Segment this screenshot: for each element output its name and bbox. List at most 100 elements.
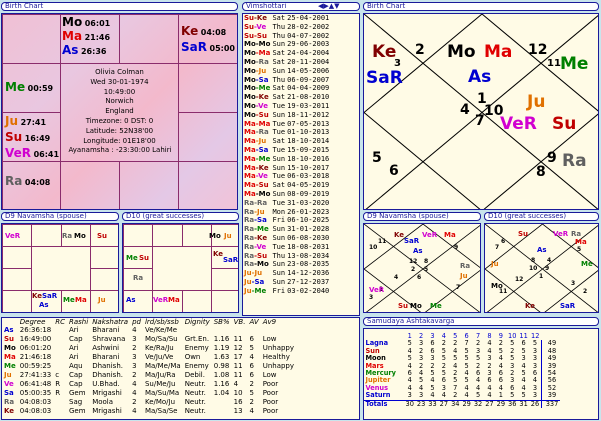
dasha-row[interactable]: Mo-Ju Sun 14-05-2006 [243,67,330,76]
ni-chart-lines [364,14,598,209]
planet-row[interactable]: Me 00:59:25 Aqu Dhanish. 3 Ma/Me/Ma Enemy 0.98 1… [2,362,296,371]
d9l-ma: Ma [75,296,87,304]
d9r-h11: 11 [378,238,387,245]
ashtakavarga-title[interactable]: Samudaya Ashtakavarga [363,317,599,326]
planet-cell: 27:41:33 [19,371,52,379]
d9l-ju: Ju [98,296,106,304]
d9l-su: Su [97,232,108,240]
d10r-ma: Ma [575,238,587,246]
dasha-row[interactable]: Ra-Su Thu 13-08-2034 [243,252,330,261]
dasha-row[interactable]: Mo-Su Sun 18-11-2012 [243,111,330,120]
column-header: Av9 [262,318,277,326]
dasha-row[interactable]: Ra-Ju Mon 26-01-2023 [243,208,330,217]
dasha-date: 23-08-2035 [287,260,330,269]
planet-cell: 4 [233,380,239,388]
dasha-row[interactable]: Ma-Mo Sun 08-09-2019 [243,190,330,199]
planet-name: Ke [4,407,15,415]
dasha-row[interactable]: Ma-Su Sat 04-05-2019 [243,181,330,190]
dasha-row[interactable]: Ra-Ke Sun 06-08-2030 [243,234,330,243]
column-header: RC [55,318,65,326]
planet-cell: Low [262,335,277,343]
d9-right-title[interactable]: D9 Navamsha (spouse) [363,212,481,221]
d10-right-title[interactable]: D10 (great successes) [484,212,599,221]
ashta-value: 39 [540,392,560,401]
d10-left-chart: Mo Ju Me Su Ke SaR Ra As VeR Ma [122,223,239,313]
planet-cell [53,326,67,335]
dasha-row[interactable]: Ra-Ra Tue 31-03-2020 [243,199,330,208]
dasha-period: Ma-Ve [244,172,268,181]
vimshottari-title[interactable]: Vimshottari [242,2,360,11]
planet-row[interactable]: Sa 05:00:35 R Gem Mrigashi 4 Ma/Su/Ma Neutr. 1.0… [2,389,296,398]
d9r-ma: Ma [444,231,456,239]
dasha-row[interactable]: Ra-Sa Fri 06-10-2025 [243,216,330,225]
dasha-row[interactable]: Mo-Ke Sat 21-08-2010 [243,93,330,102]
dasha-row[interactable]: Su-Ke Sat 25-04-2001 [243,14,330,23]
dasha-date: 04-05-2019 [287,181,330,190]
birth-chart-north: Ke 3 2 SaR Mo Ma As 12 11 Me 1 4 7 10 Ju… [363,13,599,210]
dasha-period: Ra-Ve [244,242,267,251]
planet-row[interactable]: Ke 04:08:03 Gem Mrigashi 4 Ma/Sa/Se Neutr. 13 4 P… [2,407,296,416]
planet-cell: Shravana [92,335,126,343]
ni-h5: 5 [372,150,382,166]
ashta-value: 4 [430,391,435,400]
planet-ver: VeR [5,146,32,160]
planet-cell [183,326,212,335]
dasha-row[interactable]: Mo-Ra Sat 20-11-2004 [243,58,330,67]
ni-h8: 8 [536,164,546,180]
dasha-row[interactable]: Su-Su Thu 04-07-2002 [243,32,330,41]
dasha-row[interactable]: Ra-Ve Tue 18-08-2031 [243,243,330,252]
dasha-row[interactable]: Ma-Ju Sat 18-10-2014 [243,137,330,146]
planet-cell: 4 [132,326,137,334]
dasha-period: Ma-Ju [244,137,267,146]
planet-row[interactable]: As 26:36:18 Ari Bharani 4 Ve/Ke/Me [2,326,296,335]
ashta-value: 23 [416,399,426,408]
dasha-date: 18-11-2012 [287,110,330,119]
dasha-period: Ju-Sa [244,277,265,286]
ashta-value: 4 [487,391,492,400]
dasha-date: 14-12-2036 [287,269,330,278]
dasha-row[interactable]: Ju-Sa Sun 27-12-2037 [243,278,330,287]
dasha-day: Sun [272,269,286,278]
dasha-row[interactable]: Su-Ve Thu 28-02-2002 [243,23,330,32]
dasha-day: Tue [272,119,286,128]
planet-row[interactable]: Mo 06:01:20 Ari Ashwini 2 Ke/Ra/Ju Enemy 1.19 12… [2,344,296,353]
planet-row[interactable]: Ra 04:08:03 Sag Moola 2 Ke/Mo/Ju Neutr. 16 2 Poor [2,398,296,407]
dasha-row[interactable]: Mo-Ma Sat 24-04-2004 [243,49,330,58]
planet-table: Degree RC Rashi Nakshatra pd lrd/sb/ssb Dignit… [2,318,296,416]
planet-row[interactable]: Ma 21:46:18 Ari Bharani 3 Ve/Ju/Ve Own 1.63 17 4 H… [2,353,296,362]
planet-row[interactable]: Ve 06:41:48 R Cap U.Bhad. 4 Su/Me/Ju Neutr. 1.16… [2,380,296,389]
birth-chart-ni-title[interactable]: Birth Chart [363,2,599,11]
down-arrow-icon[interactable]: ▼ [334,2,339,10]
d9-left-title[interactable]: D9 Navamsha (spouse) [1,212,119,221]
planet-name: Ve [4,380,14,388]
dasha-row[interactable]: Ma-Sa Tue 15-09-2015 [243,146,330,155]
planet-cell [212,326,232,335]
birth-chart-title[interactable]: Birth Chart [1,2,238,11]
dasha-row[interactable]: Ma-Ma Tue 07-05-2013 [243,120,330,129]
dasha-row[interactable]: Ju-Ju Sun 14-12-2036 [243,269,330,278]
dasha-period: Ma-Su [244,181,269,190]
planet-cell: 10 [233,389,243,397]
dasha-row[interactable]: Ma-Ke Sun 15-10-2017 [243,164,330,173]
d10r-h8: 8 [531,257,536,264]
ni-su: Su [552,114,577,134]
dasha-row[interactable]: Mo-Sa Thu 06-09-2007 [243,76,330,85]
dasha-row[interactable]: Ju-Me Fri 03-02-2040 [243,287,330,296]
d10-left-title[interactable]: D10 (great successes) [122,212,239,221]
birth-info: Olivia Colman Wed 30-01-1974 10:49:00 No… [60,68,179,156]
dasha-row[interactable]: Mo-Me Sat 04-04-2009 [243,84,330,93]
dasha-row[interactable]: Ma-Ra Tue 01-10-2013 [243,128,330,137]
planet-row[interactable]: Ju 27:41:33 c Cap Dhanish. 2 Ma/Ju/Ra Debil. 1.0… [2,371,296,380]
deg-ma: 21:46 [84,33,111,42]
dasha-row[interactable]: Mo-Mo Sun 29-06-2003 [243,40,330,49]
dasha-row[interactable]: Ra-Me Sun 31-01-2028 [243,225,330,234]
dasha-date: 06-10-2025 [287,216,330,225]
planet-cell: Ari [69,326,79,334]
planet-cell: 04:08:03 [19,407,52,415]
dasha-row[interactable]: Ma-Ve Tue 06-03-2018 [243,172,330,181]
dasha-row[interactable]: Mo-Ve Tue 19-03-2011 [243,102,330,111]
ashta-row: Moon 5 3 3 5 5 5 5 3 4 5 3 3 49 [364,354,560,363]
dasha-row[interactable]: Ma-Me Sun 18-10-2016 [243,155,330,164]
planet-row[interactable]: Su 16:49:00 Cap Shravana 3 Mo/Sa/Su Grt.En. 1.1… [2,335,296,344]
dasha-row[interactable]: Ra-Mo Sun 23-08-2035 [243,260,330,269]
